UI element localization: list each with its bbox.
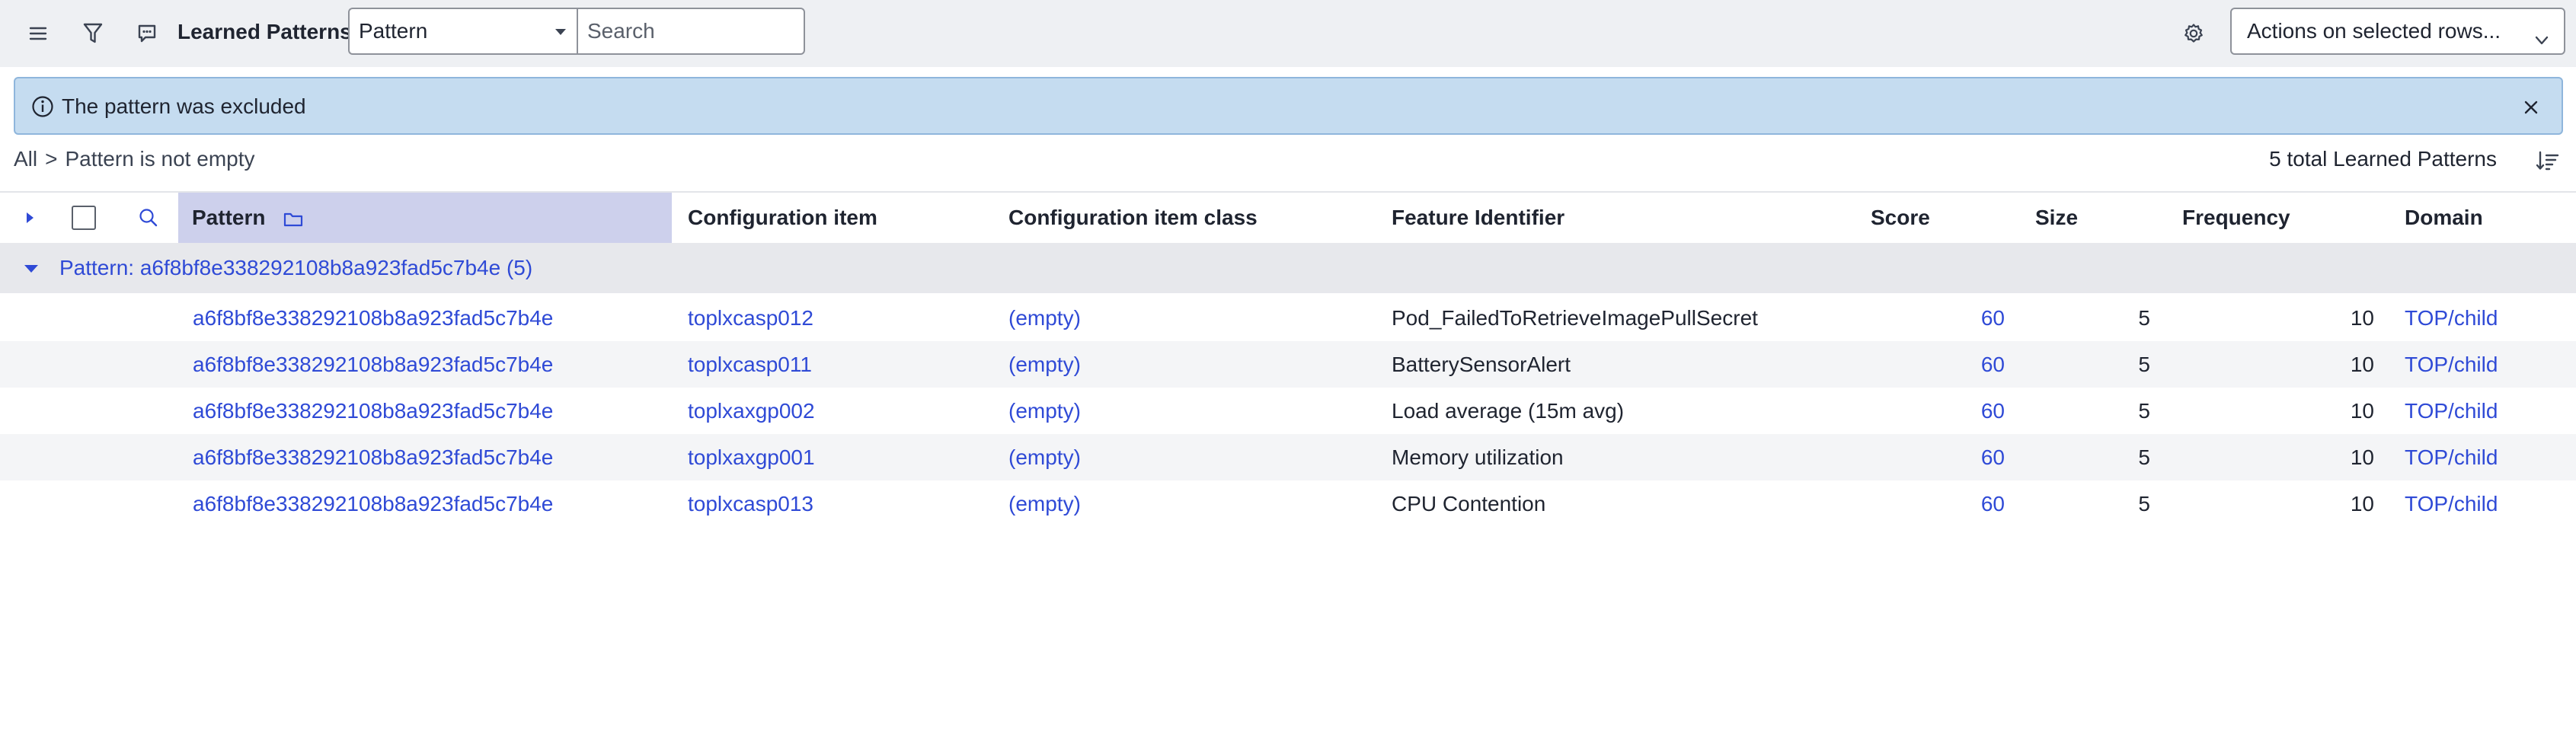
cell-feature-identifier: Memory utilization xyxy=(1392,445,1564,469)
cell-size: 5 xyxy=(2138,492,2150,516)
actions-on-selected-rows-select[interactable]: Actions on selected rows... xyxy=(2230,8,2565,55)
cell-frequency: 10 xyxy=(2350,492,2374,516)
column-header-score[interactable]: Score xyxy=(1871,193,1930,243)
cell-feature-identifier: Load average (15m avg) xyxy=(1392,399,1625,423)
cell-configuration-item-class[interactable]: (empty) xyxy=(1008,480,1081,527)
cell-feature-identifier: CPU Contention xyxy=(1392,492,1546,516)
cell-configuration-item[interactable]: toplxaxgp001 xyxy=(688,434,815,480)
breadcrumb-all[interactable]: All xyxy=(14,147,37,171)
cell-configuration-item-class[interactable]: (empty) xyxy=(1008,434,1081,480)
cell-score[interactable]: 60 xyxy=(1981,480,2005,527)
column-header-domain[interactable]: Domain xyxy=(2405,193,2483,243)
cell-score[interactable]: 60 xyxy=(1981,341,2005,388)
column-header-pattern-label: Pattern xyxy=(192,206,266,229)
cell-pattern[interactable]: a6f8bf8e338292108b8a923fad5c7b4e xyxy=(193,480,553,527)
column-header-frequency[interactable]: Frequency xyxy=(2182,193,2290,243)
cell-domain[interactable]: TOP/child xyxy=(2405,434,2498,480)
cell-configuration-item[interactable]: toplxaxgp002 xyxy=(688,388,815,434)
collapse-group-icon[interactable] xyxy=(23,263,40,278)
comment-icon[interactable] xyxy=(130,17,164,50)
group-label[interactable]: Pattern: a6f8bf8e338292108b8a923fad5c7b4… xyxy=(59,255,532,281)
search-field-select-value: Pattern xyxy=(359,19,428,43)
table-row[interactable]: a6f8bf8e338292108b8a923fad5c7b4e toplxcas… xyxy=(0,480,2576,527)
breadcrumb-separator: > xyxy=(45,147,58,171)
hamburger-menu-icon[interactable] xyxy=(21,17,55,50)
group-row[interactable]: Pattern: a6f8bf8e338292108b8a923fad5c7b4… xyxy=(0,243,2576,293)
cell-frequency: 10 xyxy=(2350,353,2374,376)
folder-icon[interactable] xyxy=(283,196,303,246)
chevron-down-icon xyxy=(2532,21,2552,65)
cell-score[interactable]: 60 xyxy=(1981,388,2005,434)
column-header-feature-identifier[interactable]: Feature Identifier xyxy=(1392,193,1564,243)
cell-size: 5 xyxy=(2138,399,2150,423)
expand-all-icon[interactable] xyxy=(24,211,35,228)
cell-domain[interactable]: TOP/child xyxy=(2405,295,2498,341)
actions-select-label: Actions on selected rows... xyxy=(2247,19,2501,43)
cell-size: 5 xyxy=(2138,445,2150,469)
cell-pattern[interactable]: a6f8bf8e338292108b8a923fad5c7b4e xyxy=(193,434,553,480)
table-row[interactable]: a6f8bf8e338292108b8a923fad5c7b4e toplxcas… xyxy=(0,341,2576,388)
sort-list-icon[interactable] xyxy=(2535,149,2561,176)
cell-size: 5 xyxy=(2138,353,2150,376)
cell-domain[interactable]: TOP/child xyxy=(2405,341,2498,388)
cell-pattern[interactable]: a6f8bf8e338292108b8a923fad5c7b4e xyxy=(193,295,553,341)
table-row[interactable]: a6f8bf8e338292108b8a923fad5c7b4e toplxcas… xyxy=(0,295,2576,341)
list-toolbar: Learned Patterns Pattern Actions on sele… xyxy=(0,0,2576,67)
search-icon[interactable] xyxy=(137,206,160,233)
close-icon[interactable] xyxy=(2517,94,2545,121)
column-header-configuration-item-class[interactable]: Configuration item class xyxy=(1008,193,1258,243)
caret-down-icon xyxy=(555,29,566,35)
page-title: Learned Patterns xyxy=(177,20,352,43)
cell-score[interactable]: 60 xyxy=(1981,434,2005,480)
cell-feature-identifier: BatterySensorAlert xyxy=(1392,353,1571,376)
table-row[interactable]: a6f8bf8e338292108b8a923fad5c7b4e toplxaxg… xyxy=(0,388,2576,434)
cell-configuration-item-class[interactable]: (empty) xyxy=(1008,295,1081,341)
column-header-size[interactable]: Size xyxy=(2035,193,2078,243)
cell-configuration-item-class[interactable]: (empty) xyxy=(1008,341,1081,388)
cell-domain[interactable]: TOP/child xyxy=(2405,480,2498,527)
table-row[interactable]: a6f8bf8e338292108b8a923fad5c7b4e toplxaxg… xyxy=(0,434,2576,480)
cell-pattern[interactable]: a6f8bf8e338292108b8a923fad5c7b4e xyxy=(193,341,553,388)
cell-feature-identifier: Pod_FailedToRetrieveImagePullSecret xyxy=(1392,306,1758,330)
cell-frequency: 10 xyxy=(2350,306,2374,330)
gear-icon[interactable] xyxy=(2177,17,2210,50)
search-input[interactable] xyxy=(577,8,805,55)
cell-size: 5 xyxy=(2138,306,2150,330)
cell-frequency: 10 xyxy=(2350,399,2374,423)
column-header-pattern[interactable]: Pattern xyxy=(178,193,672,243)
cell-configuration-item[interactable]: toplxcasp011 xyxy=(688,341,812,388)
breadcrumb-condition[interactable]: Pattern is not empty xyxy=(65,147,254,171)
column-header-configuration-item[interactable]: Configuration item xyxy=(688,193,877,243)
cell-configuration-item[interactable]: toplxcasp012 xyxy=(688,295,813,341)
cell-configuration-item[interactable]: toplxcasp013 xyxy=(688,480,813,527)
breadcrumb: All > Pattern is not empty xyxy=(14,146,255,172)
cell-score[interactable]: 60 xyxy=(1981,295,2005,341)
cell-pattern[interactable]: a6f8bf8e338292108b8a923fad5c7b4e xyxy=(193,388,553,434)
banner-message: The pattern was excluded xyxy=(62,94,306,118)
info-message-banner: The pattern was excluded xyxy=(14,77,2563,135)
select-all-checkbox[interactable] xyxy=(72,206,96,230)
filter-icon[interactable] xyxy=(76,17,110,50)
cell-domain[interactable]: TOP/child xyxy=(2405,388,2498,434)
cell-configuration-item-class[interactable]: (empty) xyxy=(1008,388,1081,434)
info-icon xyxy=(30,94,55,123)
cell-frequency: 10 xyxy=(2350,445,2374,469)
search-field-select[interactable]: Pattern xyxy=(348,8,577,55)
table-header: Pattern Configuration item Configuration… xyxy=(0,191,2576,244)
total-record-count: 5 total Learned Patterns xyxy=(2269,147,2497,171)
